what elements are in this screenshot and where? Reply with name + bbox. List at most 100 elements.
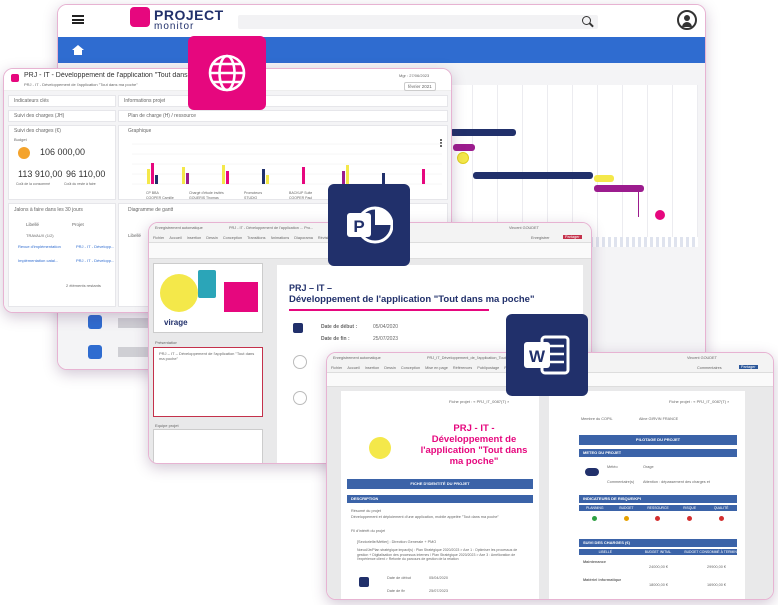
end-value: 25/07/2023 bbox=[373, 336, 399, 342]
doc-end-label: Date de fin bbox=[387, 589, 406, 593]
dash-filter[interactable]: février 2021 bbox=[404, 82, 436, 91]
menu-item[interactable]: Diaporama bbox=[294, 236, 313, 240]
table-header: BUDGET CONSOMMÉ À TERMINER bbox=[684, 550, 738, 554]
kpi-status-icon bbox=[687, 515, 693, 521]
doc-end-value: 25/07/2023 bbox=[429, 589, 449, 593]
bullet-1: [Sectorielle/Métier] : Direction General… bbox=[357, 540, 437, 544]
menu-item[interactable]: Animations bbox=[271, 236, 290, 240]
ppt-record-button[interactable]: Enregistrer bbox=[531, 236, 550, 240]
menu-item[interactable]: Dessin bbox=[384, 366, 396, 370]
more-items[interactable]: 2 éléments restants bbox=[66, 283, 101, 288]
word-share-button[interactable]: Partager bbox=[739, 365, 758, 369]
menu-item[interactable]: Insertion bbox=[365, 366, 380, 370]
menu-item[interactable]: Insertion bbox=[187, 236, 202, 240]
bar bbox=[262, 169, 265, 184]
chart-gridlines bbox=[132, 143, 442, 185]
charges-title: Suivi des charges (€) bbox=[14, 128, 61, 134]
home-icon-body bbox=[74, 50, 82, 55]
bar bbox=[266, 175, 269, 184]
menu-item[interactable]: Publipostage bbox=[477, 366, 499, 370]
kpi-status-icon bbox=[592, 515, 598, 521]
info-title: Informations projet bbox=[124, 98, 166, 104]
cloud-icon bbox=[585, 468, 599, 476]
col-label: Libellé bbox=[26, 222, 40, 227]
slide-circle bbox=[293, 391, 307, 405]
gantt-bar-navy-2 bbox=[473, 172, 593, 179]
row-1[interactable]: Revue d'implémentation bbox=[18, 244, 68, 249]
row-group: TRAVAUX (1/2) bbox=[26, 233, 54, 238]
slide-thumbnail-3[interactable] bbox=[153, 429, 263, 463]
globe-icon bbox=[188, 36, 266, 110]
dash-title: PRJ - IT - Développement de l'applicatio… bbox=[24, 72, 223, 79]
menu-item[interactable]: Mise en page bbox=[425, 366, 448, 370]
logo-mark bbox=[130, 7, 150, 27]
tasks-panel bbox=[8, 203, 116, 307]
hamburger-icon[interactable] bbox=[72, 15, 84, 24]
description-title: DESCRIPTION bbox=[351, 496, 379, 501]
save-icon[interactable] bbox=[88, 345, 102, 359]
coins-icon bbox=[18, 147, 30, 159]
save-icon[interactable] bbox=[88, 315, 102, 329]
row-2[interactable]: Implémentation catal... bbox=[18, 258, 68, 263]
legend-3: Promoteurs bbox=[244, 191, 263, 195]
kpi-dots bbox=[579, 513, 737, 523]
calendar-icon bbox=[293, 323, 303, 333]
slide-title-b: Développement de l'application "Tout dan… bbox=[289, 294, 535, 305]
bar bbox=[226, 171, 229, 184]
remaining-label: Coût du reste à faire bbox=[64, 182, 96, 186]
menu-item[interactable]: Fichier bbox=[331, 366, 342, 370]
menu-item[interactable]: Conception bbox=[223, 236, 242, 240]
bar bbox=[182, 167, 185, 184]
charges-row-2-consumed: 16900,00 € bbox=[707, 583, 727, 587]
gantt-bar-yellow bbox=[594, 175, 614, 182]
dash-date: Mgr : 27/06/2023 bbox=[399, 73, 430, 78]
summary-label: Résumé du projet bbox=[351, 509, 381, 513]
word-user: Vincent GOUDET bbox=[687, 356, 717, 360]
gantt-title: Diagramme de gantt bbox=[128, 207, 174, 213]
user-icon[interactable] bbox=[677, 10, 697, 30]
menu-item[interactable]: Accueil bbox=[347, 366, 359, 370]
bullet-2: Nœud/Je/Plan stratégique impact(s) : Pla… bbox=[357, 548, 518, 561]
menu-item[interactable]: Conception bbox=[401, 366, 420, 370]
start-value: 05/04/2020 bbox=[373, 324, 399, 330]
gantt-bar-purple-2 bbox=[594, 185, 644, 192]
pilotage-title: PILOTAGE DU PROJET bbox=[635, 437, 681, 442]
menu-item[interactable]: Transitions bbox=[247, 236, 265, 240]
amount-consumed: 113 910,00 bbox=[18, 169, 63, 179]
consumed-label: Coût de la consommé bbox=[16, 182, 51, 186]
summary-text: Développement et déploiement d'une appli… bbox=[351, 515, 499, 519]
kpi-status-icon bbox=[623, 515, 629, 521]
legend-8: COOPER Paul bbox=[289, 196, 313, 200]
doc-start-label: Date de début bbox=[387, 576, 411, 580]
row-1-project[interactable]: PRJ - IT - Développ... bbox=[76, 244, 114, 249]
kpi-status-icon bbox=[655, 515, 661, 521]
weather-title: METEO DU PROJET bbox=[583, 450, 622, 455]
end-label: Date de fin : bbox=[321, 336, 350, 342]
col-project: Projet bbox=[72, 222, 84, 227]
graph-title: Graphique bbox=[128, 128, 152, 134]
menu-item[interactable]: Accueil bbox=[169, 236, 181, 240]
slide-thumbnail-1[interactable]: virage bbox=[153, 263, 263, 333]
menu-item[interactable]: Fichier bbox=[153, 236, 164, 240]
svg-text:W: W bbox=[529, 347, 546, 366]
search-input[interactable] bbox=[238, 15, 598, 29]
identity-title: FICHE D'IDENTITÉ DU PROJET bbox=[410, 481, 470, 486]
bar bbox=[222, 165, 225, 184]
nav-bar bbox=[58, 37, 705, 63]
row-2-project[interactable]: PRJ - IT - Développ... bbox=[76, 258, 114, 263]
table-header: PLANNING bbox=[586, 506, 604, 510]
budget-label: Budget bbox=[14, 137, 27, 142]
menu-item[interactable]: Références bbox=[453, 366, 472, 370]
word-comments-button[interactable]: Commentaires bbox=[697, 366, 722, 370]
bar bbox=[147, 169, 150, 184]
right-page-ref: Fiche projet : « PRJ_IT_0087(T) » bbox=[669, 399, 730, 404]
comment-label: Commentaire(s) bbox=[607, 480, 635, 484]
menu-item[interactable]: Dessin bbox=[206, 236, 218, 240]
legend-2: Chargé d'étude invités bbox=[189, 191, 224, 195]
ppt-share-button[interactable]: Partager bbox=[563, 235, 582, 239]
word-autosave[interactable]: Enregistrement automatique bbox=[333, 356, 381, 360]
charges-doc-title: SUIVI DES CHARGES (€) bbox=[583, 540, 630, 545]
ppt-autosave[interactable]: Enregistrement automatique bbox=[155, 226, 203, 230]
charges-columns: LIBELLÉ BUDGET INITIAL BUDGET CONSOMMÉ À T… bbox=[579, 549, 737, 555]
copil-value: Aline GIRVIN FRANCE bbox=[639, 417, 679, 421]
